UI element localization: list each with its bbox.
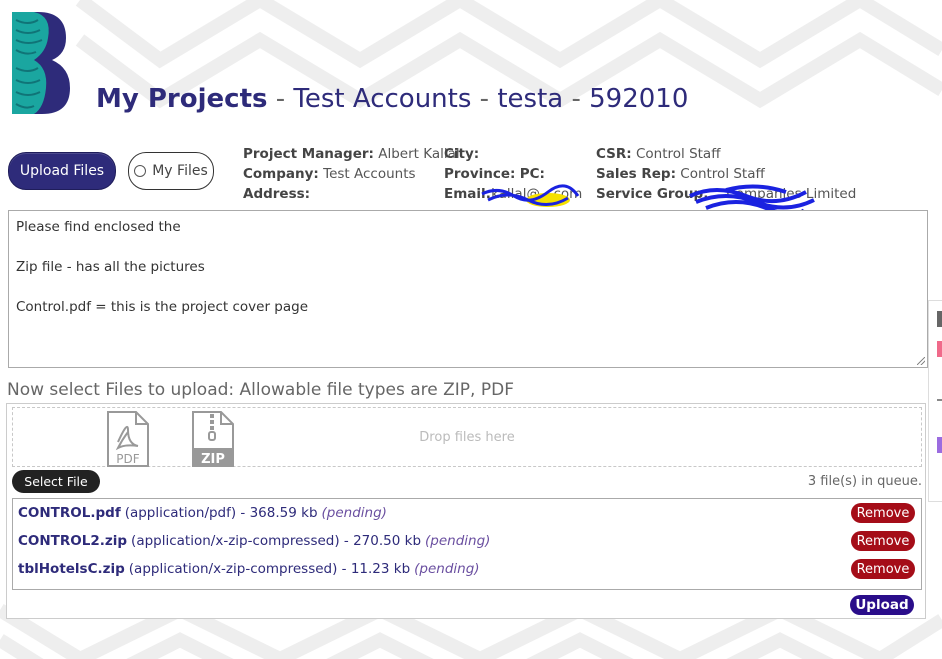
province-info: Province: PC: — [444, 166, 545, 182]
title-company: Test Accounts — [293, 84, 472, 114]
select-file-label: Select File — [24, 474, 88, 489]
remove-file-button[interactable]: Remove — [851, 559, 915, 579]
message-textarea[interactable]: Please find enclosed the Zip file - has … — [8, 210, 928, 368]
file-status: (pending) — [321, 505, 387, 521]
city-label: City: — [444, 146, 480, 162]
remove-file-button[interactable]: Remove — [851, 531, 915, 551]
title-separator: - — [471, 84, 498, 114]
file-meta: (application/x-zip-compressed) - 11.23 k… — [128, 561, 411, 577]
file-row: tblHotelsC.zip (application/x-zip-compre… — [13, 555, 921, 583]
address-info: Address: — [243, 186, 310, 202]
title-user: testa — [497, 84, 564, 114]
address-label: Address: — [243, 186, 311, 202]
project-manager-label: Project Manager: — [243, 146, 374, 162]
message-line-1: Please find enclosed the — [16, 219, 181, 235]
queue-count: 3 file(s) in queue. — [807, 474, 922, 489]
service-group-info: Service Group: …Companies Limited — [596, 186, 856, 202]
sales-rep-label: Sales Rep: — [596, 166, 676, 182]
city-info: City: — [444, 146, 479, 162]
sales-rep-info: Sales Rep: Control Staff — [596, 166, 765, 182]
upload-panel: PDF ZIP Drop files here Select File 3 fi… — [6, 403, 926, 619]
message-line-2: Zip file - has all the pictures — [16, 259, 205, 275]
remove-label: Remove — [856, 561, 910, 577]
file-name: tblHotelsC.zip — [18, 561, 125, 577]
upload-files-label: Upload Files — [19, 163, 105, 179]
email-label: Email: — [444, 186, 492, 202]
file-name: CONTROL2.zip — [18, 533, 128, 549]
side-panel-bar — [937, 341, 942, 357]
drop-zone[interactable]: PDF ZIP Drop files here — [12, 407, 922, 467]
company-label: Company: — [243, 166, 319, 182]
side-panel-divider — [937, 399, 942, 401]
message-line-3: Control.pdf = this is the project cover … — [16, 299, 309, 315]
select-file-button[interactable]: Select File — [12, 470, 100, 493]
company-logo — [12, 12, 70, 114]
service-group-label: Service Group: — [596, 186, 709, 202]
upload-files-button[interactable]: Upload Files — [8, 152, 116, 190]
title-separator: - — [267, 84, 294, 114]
my-files-label: My Files — [152, 163, 208, 179]
file-row: CONTROL.pdf (application/pdf) - 368.59 k… — [13, 499, 921, 527]
service-group-value: …Companies Limited — [712, 186, 857, 202]
side-panel-bar — [937, 437, 942, 453]
remove-label: Remove — [856, 505, 910, 521]
csr-value: Control Staff — [635, 146, 721, 162]
radio-icon — [134, 165, 147, 177]
upload-instructions: Now select Files to upload: Allowable fi… — [7, 380, 514, 400]
upload-button[interactable]: Upload — [850, 595, 914, 615]
pc-label: PC: — [519, 166, 545, 182]
csr-info: CSR: Control Staff — [596, 146, 721, 162]
file-status: (pending) — [425, 533, 491, 549]
sales-rep-value: Control Staff — [680, 166, 765, 182]
title-separator: - — [563, 84, 590, 114]
upload-label: Upload — [855, 597, 909, 613]
province-label: Province: — [444, 166, 516, 182]
csr-label: CSR: — [596, 146, 632, 162]
email-info: Email:kallal@…com — [444, 186, 582, 202]
file-queue-list: CONTROL.pdf (application/pdf) - 368.59 k… — [12, 498, 922, 590]
pdf-icon-label: PDF — [116, 452, 139, 466]
company-info: Company: Test Accounts — [243, 166, 416, 182]
my-files-button[interactable]: My Files — [128, 152, 214, 190]
page-title: My Projects - Test Accounts - testa - 59… — [96, 84, 688, 114]
remove-label: Remove — [856, 533, 910, 549]
side-panel-bar — [937, 311, 942, 327]
email-value: kallal@…com — [491, 186, 583, 202]
file-name: CONTROL.pdf — [18, 505, 121, 521]
title-project-number: 592010 — [589, 84, 689, 114]
file-meta: (application/pdf) - 368.59 kb — [124, 505, 318, 521]
remove-file-button[interactable]: Remove — [851, 503, 915, 523]
page: My Projects - Test Accounts - testa - 59… — [0, 0, 942, 659]
file-status: (pending) — [414, 561, 480, 577]
file-meta: (application/x-zip-compressed) - 270.50 … — [131, 533, 422, 549]
zip-icon-label: ZIP — [201, 452, 225, 467]
drop-files-text: Drop files here — [419, 430, 515, 445]
title-my-projects: My Projects — [96, 84, 268, 114]
side-panel-clipped — [928, 300, 942, 502]
file-row: CONTROL2.zip (application/x-zip-compress… — [13, 527, 921, 555]
company-value: Test Accounts — [323, 166, 416, 182]
project-manager-info: Project Manager: Albert Kallal — [243, 146, 460, 162]
resize-grip-icon[interactable] — [917, 357, 925, 365]
